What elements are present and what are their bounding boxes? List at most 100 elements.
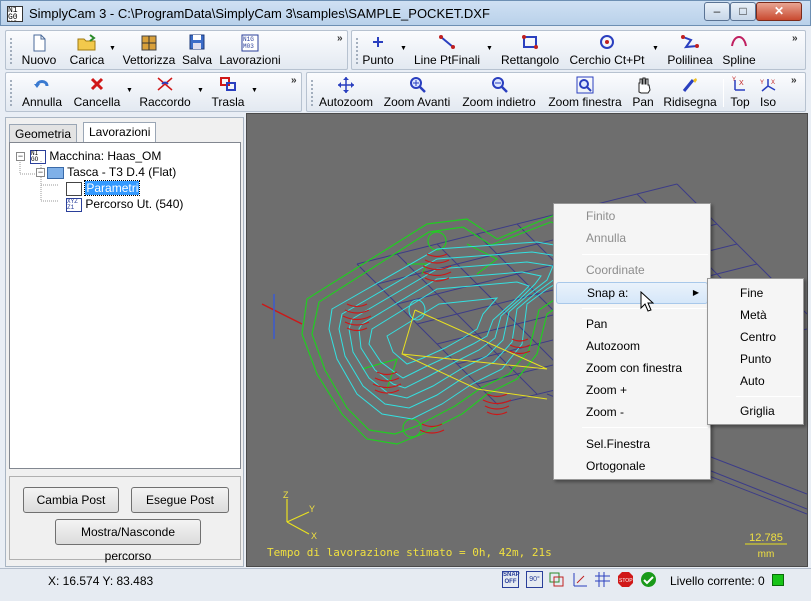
menu-item-orthogonal[interactable]: Ortogonale	[556, 455, 708, 477]
tree-collapse-icon[interactable]: −	[36, 168, 45, 177]
snap-off-icon[interactable]: SNAP OFF	[502, 571, 520, 588]
delete-dropdown-arrow[interactable]: ▼	[126, 87, 133, 94]
top-view-button[interactable]: XY Top	[727, 76, 753, 110]
load-button[interactable]: Carica	[66, 34, 108, 68]
snap-off-label: SNAP OFF	[503, 572, 520, 585]
cursor-coordinates: X: 16.574 Y: 83.483	[48, 574, 154, 588]
post-buttons-group: Cambia Post Esegue Post Mostra/Nasconde …	[9, 476, 241, 563]
maximize-button[interactable]: □	[730, 2, 756, 21]
tree-node-toolpath[interactable]: XYZ Z1 Percorso Ut. (540)	[66, 196, 183, 212]
line-button[interactable]: Line PtFinali	[414, 34, 480, 68]
toolbar-overflow-chevron[interactable]: »	[337, 33, 343, 44]
vectorize-button[interactable]: Vettorizza	[120, 34, 178, 68]
translate-button[interactable]: Trasla	[210, 76, 246, 110]
zoom-out-button[interactable]: Zoom indietro	[459, 76, 539, 110]
snap-grid-icon[interactable]	[572, 571, 589, 588]
line-dropdown-arrow[interactable]: ▼	[486, 45, 493, 52]
run-post-button[interactable]: Esegue Post	[131, 487, 229, 513]
menu-item-autozoom[interactable]: Autozoom	[556, 335, 708, 357]
toolbar-grip[interactable]	[310, 79, 314, 107]
minimize-button[interactable]: –	[704, 2, 730, 21]
tab-geometria[interactable]: Geometria	[9, 124, 78, 142]
polyline-button[interactable]: Polilinea	[665, 34, 715, 68]
layers-icon[interactable]	[548, 571, 565, 588]
iso-view-label: Iso	[759, 95, 776, 109]
stop-icon[interactable]: STOP	[617, 571, 634, 588]
snap-item-auto[interactable]: Auto	[710, 370, 801, 392]
toolbar-grip[interactable]	[9, 79, 13, 107]
tree-node-parameters[interactable]: Parametri	[66, 180, 141, 196]
pan-button[interactable]: Pan	[629, 76, 657, 110]
toggle-path-button[interactable]: Mostra/Nasconde percorso	[55, 519, 201, 563]
translate-dropdown-arrow[interactable]: ▼	[251, 87, 258, 94]
zoom-window-button[interactable]: Zoom finestra	[545, 76, 625, 110]
spline-button[interactable]: Spline	[720, 34, 758, 68]
delete-button[interactable]: Cancella	[70, 76, 124, 110]
toolbar-grip[interactable]	[355, 37, 359, 65]
menu-item-pan[interactable]: Pan	[556, 313, 708, 335]
change-post-button[interactable]: Cambia Post	[23, 487, 119, 513]
level-color-indicator[interactable]	[772, 574, 784, 586]
tab-lavorazioni[interactable]: Lavorazioni	[83, 122, 157, 142]
fillet-dropdown-arrow[interactable]: ▼	[197, 87, 204, 94]
snap-item-fine[interactable]: Fine	[710, 282, 801, 304]
menu-item-zoom-plus[interactable]: Zoom +	[556, 379, 708, 401]
gcode-icon: N1G M03	[217, 34, 283, 52]
point-icon	[360, 34, 396, 52]
iso-view-button[interactable]: YX Iso	[755, 76, 781, 110]
snap-item-centro[interactable]: Centro	[710, 326, 801, 348]
point-dropdown-arrow[interactable]: ▼	[400, 45, 407, 52]
spline-icon	[720, 34, 758, 52]
mouse-cursor-icon	[640, 291, 654, 312]
tree-node-pocket[interactable]: Tasca - T3 D.4 (Flat)	[47, 164, 176, 180]
toolbar-overflow-chevron[interactable]: »	[792, 33, 798, 44]
pan-hand-icon	[629, 76, 657, 94]
toolbar-grip[interactable]	[9, 37, 13, 65]
menu-separator	[582, 427, 708, 428]
vectorize-label: Vettorizza	[122, 53, 176, 67]
undo-button[interactable]: Annulla	[18, 76, 66, 110]
menu-item-snap[interactable]: Snap a: ▶	[556, 282, 708, 304]
redraw-button[interactable]: Ridisegna	[661, 76, 719, 110]
context-menu: Finito Annulla Coordinate Snap a: ▶ Pan …	[553, 203, 711, 480]
polyline-label: Polilinea	[667, 53, 713, 67]
circle-dropdown-arrow[interactable]: ▼	[652, 45, 659, 52]
axis-label-z: Z	[283, 490, 289, 500]
close-button[interactable]: ✕	[756, 2, 802, 21]
zoom-in-button[interactable]: Zoom Avanti	[381, 76, 453, 110]
menu-item-zoom-minus[interactable]: Zoom -	[556, 401, 708, 423]
point-button[interactable]: Punto	[360, 34, 396, 68]
new-label: Nuovo	[21, 53, 57, 67]
grid-icon[interactable]	[594, 571, 611, 588]
rectangle-button[interactable]: Rettangolo	[498, 34, 562, 68]
iso-view-icon: YX	[755, 76, 781, 94]
scale-unit: mm	[757, 549, 775, 560]
axis-triad	[286, 499, 310, 535]
toolbar-overflow-chevron[interactable]: »	[291, 75, 297, 86]
window-title: SimplyCam 3 - C:\ProgramData\SimplyCam 3…	[29, 6, 490, 21]
menu-item-sel-window[interactable]: Sel.Finestra	[556, 433, 708, 455]
toolbar-overflow-chevron[interactable]: »	[791, 75, 797, 86]
ok-check-icon[interactable]	[640, 571, 657, 588]
ortho-icon[interactable]: 90°	[526, 571, 543, 588]
load-dropdown-arrow[interactable]: ▼	[109, 45, 116, 52]
submenu-arrow-icon: ▶	[692, 288, 699, 297]
save-button[interactable]: Salva	[182, 34, 212, 68]
tree-collapse-icon[interactable]: −	[16, 152, 25, 161]
snap-item-punto[interactable]: Punto	[710, 348, 801, 370]
toolbar-file: Nuovo Carica ▼ Vettorizza Salva N1G M03 L…	[5, 30, 348, 70]
new-button[interactable]: Nuovo	[19, 34, 59, 68]
left-panel: Geometria Lavorazioni − NI GO Macchina: H…	[5, 117, 244, 567]
circle-button[interactable]: Cerchio Ct+Pt	[568, 34, 646, 68]
machining-button[interactable]: N1G M03 Lavorazioni	[217, 34, 283, 68]
zoom-window-label: Zoom finestra	[548, 95, 622, 109]
fillet-button[interactable]: Raccordo	[138, 76, 192, 110]
svg-text:N1G: N1G	[243, 36, 254, 43]
snap-item-griglia[interactable]: Griglia	[710, 400, 801, 422]
menu-item-zoom-window[interactable]: Zoom con finestra	[556, 357, 708, 379]
snap-item-meta[interactable]: Metà	[710, 304, 801, 326]
autozoom-button[interactable]: Autozoom	[317, 76, 375, 110]
tree-node-machine[interactable]: NI GO Macchina: Haas_OM	[30, 148, 161, 164]
toolbar-separator	[723, 79, 724, 107]
pocket-label: Tasca - T3 D.4 (Flat)	[67, 165, 177, 179]
